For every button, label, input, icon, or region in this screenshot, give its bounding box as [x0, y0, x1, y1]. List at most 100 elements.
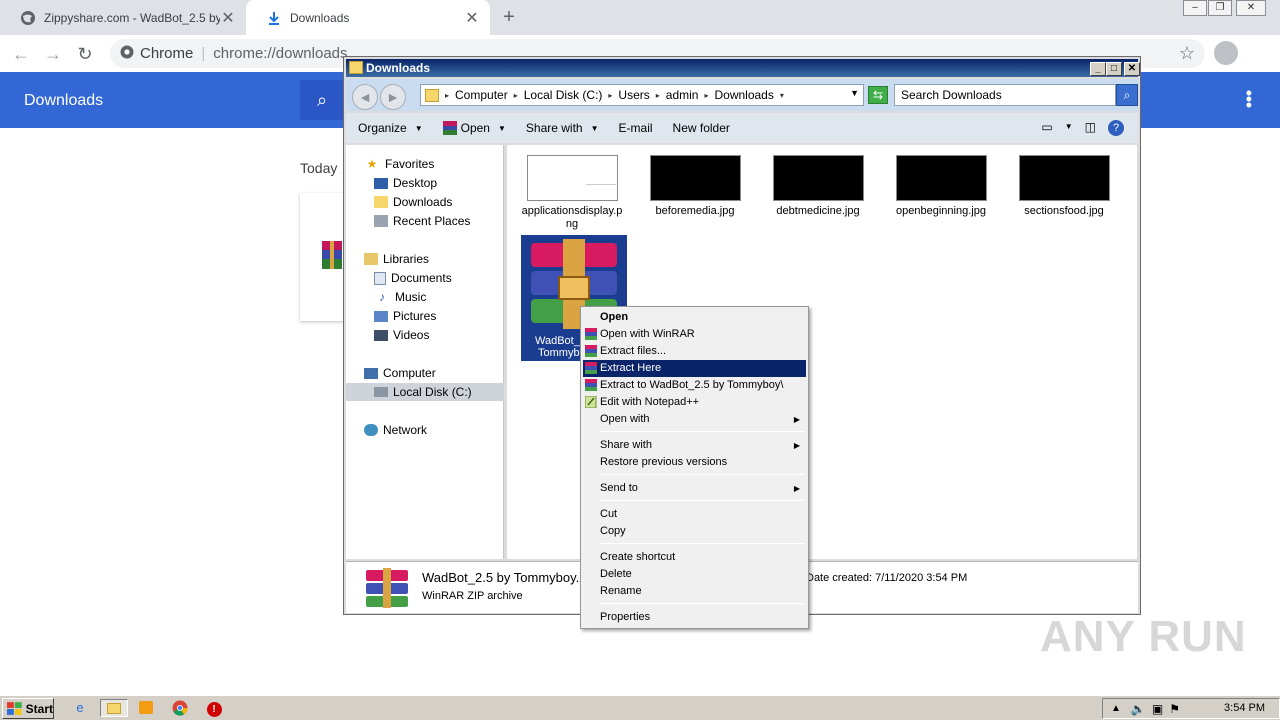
close-icon[interactable]: ✕: [464, 8, 480, 28]
menu-item-edit-notepadpp[interactable]: Edit with Notepad++: [583, 394, 806, 411]
nav-local-disk[interactable]: Local Disk (C:): [346, 383, 504, 401]
chevron-down-icon[interactable]: ▼: [1065, 120, 1073, 136]
close-button[interactable]: ✕: [1124, 62, 1140, 76]
breadcrumb-admin[interactable]: admin: [666, 88, 699, 102]
stop-icon[interactable]: !: [204, 699, 224, 717]
history-dropdown-icon[interactable]: ▼: [850, 88, 859, 98]
tab-downloads[interactable]: Downloads ✕: [246, 0, 490, 35]
search-icon[interactable]: ⌕: [1116, 84, 1138, 106]
explorer-taskbar-icon[interactable]: [100, 699, 128, 717]
help-icon[interactable]: ?: [1108, 120, 1124, 136]
minimize-button[interactable]: _: [1090, 62, 1106, 76]
more-menu-icon[interactable]: • • •: [1246, 84, 1252, 114]
chrome-icon[interactable]: [170, 699, 190, 717]
menu-item-send-to[interactable]: Send to ▶: [583, 480, 806, 497]
documents-icon: [374, 271, 386, 285]
file-name: debtmedicine.jpg: [776, 205, 860, 217]
nav-label: Network: [383, 423, 428, 437]
media-player-icon[interactable]: [136, 699, 156, 717]
forward-icon[interactable]: ►: [380, 84, 406, 110]
menu-item-delete[interactable]: Delete: [583, 566, 806, 583]
reload-icon[interactable]: ↻: [72, 41, 98, 67]
winrar-icon: [585, 328, 597, 340]
details-file-name: WadBot_2.5 by Tommyboy.z: [422, 570, 586, 585]
forward-icon[interactable]: →: [40, 41, 66, 67]
start-button[interactable]: Start: [2, 698, 54, 719]
show-hidden-icons[interactable]: ▲: [1111, 703, 1121, 714]
date-heading: Today: [300, 160, 338, 176]
chevron-right-icon[interactable]: ▸: [656, 91, 660, 100]
preview-pane-icon[interactable]: ◫: [1085, 120, 1096, 136]
menu-item-extract-files[interactable]: Extract files...: [583, 343, 806, 360]
computer-icon: [364, 367, 378, 379]
close-icon[interactable]: ✕: [220, 8, 236, 28]
email-button[interactable]: E-mail: [619, 121, 653, 135]
search-icon[interactable]: ⌕: [300, 80, 344, 120]
chevron-right-icon[interactable]: ▸: [445, 91, 449, 100]
network-tray-icon[interactable]: ▣: [1152, 702, 1163, 716]
chevron-right-icon[interactable]: ▸: [704, 91, 708, 100]
breadcrumb-computer[interactable]: Computer: [455, 88, 508, 102]
chevron-right-icon[interactable]: ▸: [514, 91, 518, 100]
menu-item-extract-here[interactable]: Extract Here: [583, 360, 806, 377]
menu-item-copy[interactable]: Copy: [583, 523, 806, 540]
new-tab-button[interactable]: +: [498, 6, 520, 28]
avatar[interactable]: [1214, 41, 1238, 65]
tab-zippyshare[interactable]: Zippyshare.com - WadBot_2.5 by To ✕: [0, 0, 246, 35]
image-thumbnail: [772, 155, 864, 201]
volume-icon[interactable]: 🔈: [1131, 702, 1146, 716]
search-input[interactable]: Search Downloads: [894, 84, 1116, 106]
menu-item-properties[interactable]: Properties: [583, 609, 806, 626]
nav-network[interactable]: Network: [364, 421, 522, 439]
restore-button[interactable]: ❐: [1208, 0, 1232, 16]
menu-item-open-with-winrar[interactable]: Open with WinRAR: [583, 326, 806, 343]
menu-item-cut[interactable]: Cut: [583, 506, 806, 523]
file-item[interactable]: openbeginning.jpg: [888, 155, 994, 217]
refresh-icon[interactable]: ⇆: [868, 86, 888, 104]
omnibox-separator: |: [201, 45, 206, 62]
star-icon[interactable]: ☆: [1179, 43, 1195, 64]
menu-label: Extract Here: [600, 362, 662, 374]
file-item[interactable]: sectionsfood.jpg: [1011, 155, 1117, 217]
file-item[interactable]: debtmedicine.jpg: [765, 155, 871, 217]
view-icon[interactable]: ▭: [1041, 120, 1052, 136]
menu-label: Delete: [600, 568, 632, 580]
menu-item-extract-to[interactable]: Extract to WadBot_2.5 by Tommyboy\: [583, 377, 806, 394]
open-button[interactable]: Open ▼: [442, 121, 506, 135]
internet-explorer-icon[interactable]: e: [70, 699, 90, 717]
folder-icon: [425, 88, 439, 102]
menu-item-open[interactable]: Open: [583, 309, 806, 326]
globe-icon: [20, 10, 36, 26]
maximize-button[interactable]: □: [1106, 62, 1122, 76]
breadcrumb-localdisk[interactable]: Local Disk (C:): [524, 88, 603, 102]
menu-item-open-with[interactable]: Open with ▶: [583, 411, 806, 428]
nav-favorites[interactable]: ★ Favorites: [364, 155, 522, 173]
close-window-button[interactable]: ✕: [1236, 0, 1266, 16]
minimize-button[interactable]: –: [1183, 0, 1207, 16]
nav-libraries[interactable]: Libraries: [364, 250, 522, 268]
menu-label: Share with: [600, 439, 652, 451]
file-item[interactable]: beforemedia.jpg: [642, 155, 748, 217]
submenu-arrow-icon: ▶: [793, 484, 800, 493]
breadcrumb[interactable]: ▸ Computer ▸ Local Disk (C:) ▸ Users ▸ a…: [420, 84, 864, 106]
menu-item-share-with[interactable]: Share with ▶: [583, 437, 806, 454]
breadcrumb-users[interactable]: Users: [618, 88, 649, 102]
menu-item-restore-previous[interactable]: Restore previous versions: [583, 454, 806, 471]
back-icon[interactable]: ◄: [352, 84, 378, 110]
breadcrumb-downloads[interactable]: Downloads: [714, 88, 773, 102]
menu-item-create-shortcut[interactable]: Create shortcut: [583, 549, 806, 566]
share-with-button[interactable]: Share with ▼: [526, 121, 599, 135]
file-name: openbeginning.jpg: [896, 205, 986, 217]
organize-button[interactable]: Organize ▼: [358, 121, 423, 135]
folder-icon: [349, 61, 363, 74]
chevron-right-icon[interactable]: ▸: [608, 91, 612, 100]
new-folder-button[interactable]: New folder: [673, 121, 730, 135]
file-item[interactable]: applicationsdisplay.png: [519, 155, 625, 231]
nav-computer[interactable]: Computer: [364, 364, 522, 382]
command-bar: Organize ▼ Open ▼ Share with ▼ E-mail New f…: [346, 113, 1138, 143]
menu-item-rename[interactable]: Rename: [583, 583, 806, 600]
chevron-down-icon[interactable]: ▾: [780, 91, 784, 100]
back-icon[interactable]: ←: [8, 41, 34, 67]
page-title: Downloads: [24, 92, 104, 109]
action-center-flag-icon[interactable]: ⚑: [1169, 702, 1180, 716]
